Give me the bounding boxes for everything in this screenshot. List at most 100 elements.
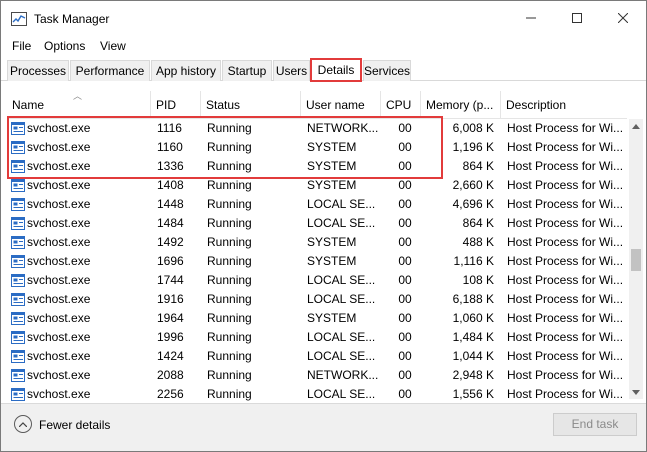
table-row[interactable]: svchost.exe 2256 Running LOCAL SE... 00 1,556…	[7, 385, 627, 401]
process-description: Host Process for Wi...	[507, 349, 624, 363]
process-description: Host Process for Wi...	[507, 178, 624, 192]
process-description: Host Process for Wi...	[507, 387, 624, 401]
table-row[interactable]: svchost.exe 1696 Running SYSTEM 00 1,116 K Hos…	[7, 252, 627, 271]
process-status: Running	[207, 121, 252, 135]
column-header-name[interactable]: Name	[7, 91, 151, 119]
table-row[interactable]: svchost.exe 1964 Running SYSTEM 00 1,060 K Hos…	[7, 309, 627, 328]
process-pid: 1336	[157, 159, 184, 173]
menu-bar: File Options View	[1, 37, 646, 55]
process-description: Host Process for Wi...	[507, 216, 624, 230]
process-description: Host Process for Wi...	[507, 159, 624, 173]
maximize-button[interactable]	[554, 1, 600, 35]
process-user-name: SYSTEM	[307, 159, 357, 173]
process-user-name: SYSTEM	[307, 140, 357, 154]
process-memory: 1,116 K	[453, 254, 494, 268]
table-row[interactable]: svchost.exe 1484 Running LOCAL SE... 00 864 K…	[7, 214, 627, 233]
scroll-thumb[interactable]	[631, 249, 641, 271]
process-user-name: SYSTEM	[307, 178, 357, 192]
process-pid: 1160	[157, 140, 183, 154]
tab-performance[interactable]: Performance	[70, 60, 150, 81]
process-name: svchost.exe	[27, 178, 91, 192]
menu-options[interactable]: Options	[44, 39, 85, 53]
table-row[interactable]: svchost.exe 1408 Running SYSTEM 00 2,660 K Hos…	[7, 176, 627, 195]
tab-details[interactable]: Details	[310, 58, 362, 82]
process-status: Running	[207, 330, 252, 344]
table-row[interactable]: svchost.exe 1424 Running LOCAL SE... 00 1,044…	[7, 347, 627, 366]
column-header-memory[interactable]: Memory (p...	[421, 91, 501, 119]
process-description: Host Process for Wi...	[507, 140, 624, 154]
scroll-up-button[interactable]	[629, 119, 643, 133]
process-user-name: LOCAL SE...	[307, 292, 376, 306]
menu-view[interactable]: View	[100, 39, 126, 53]
process-name: svchost.exe	[27, 330, 91, 344]
process-pid: 1116	[157, 121, 182, 135]
process-memory: 864 K	[462, 159, 494, 173]
process-name: svchost.exe	[27, 387, 91, 401]
process-memory: 864 K	[462, 216, 494, 230]
column-header-description[interactable]: Description	[501, 91, 627, 119]
process-name: svchost.exe	[27, 368, 91, 382]
column-header-user-name[interactable]: User name	[301, 91, 381, 119]
close-button[interactable]	[600, 1, 646, 35]
tab-processes[interactable]: Processes	[7, 60, 69, 81]
chevron-down-icon	[632, 389, 640, 395]
table-row[interactable]: svchost.exe 1916 Running LOCAL SE... 00 6,188…	[7, 290, 627, 309]
process-name: svchost.exe	[27, 349, 91, 363]
process-user-name: NETWORK...	[307, 368, 379, 382]
window-title: Task Manager	[34, 12, 110, 26]
process-pid: 2088	[157, 368, 184, 382]
tab-services[interactable]: Services	[363, 60, 411, 81]
process-name: svchost.exe	[27, 292, 91, 306]
fewer-details-link[interactable]: Fewer details	[39, 418, 110, 432]
footer-bar: Fewer details End task	[1, 403, 646, 451]
process-user-name: SYSTEM	[307, 235, 357, 249]
process-description: Host Process for Wi...	[507, 197, 624, 211]
process-description: Host Process for Wi...	[507, 235, 624, 249]
process-status: Running	[207, 254, 252, 268]
minimize-button[interactable]	[508, 1, 554, 35]
process-pid: 1964	[157, 311, 184, 325]
details-table: ︿ Name PID Status User name CPU Memory (…	[7, 91, 627, 401]
column-header-status[interactable]: Status	[201, 91, 301, 119]
table-row[interactable]: svchost.exe 1448 Running LOCAL SE... 00 4,696…	[7, 195, 627, 214]
tab-startup[interactable]: Startup	[222, 60, 272, 81]
process-name: svchost.exe	[27, 235, 91, 249]
vertical-scrollbar[interactable]	[629, 119, 643, 399]
close-icon	[618, 13, 628, 23]
chevron-up-circle-icon[interactable]	[14, 415, 32, 433]
table-row[interactable]: svchost.exe 1336 Running SYSTEM 00 864 K Host …	[7, 157, 627, 176]
process-status: Running	[207, 159, 252, 173]
table-row[interactable]: svchost.exe 1116 Running NETWORK... 00 6,008 …	[7, 119, 627, 138]
tab-app-history[interactable]: App history	[151, 60, 221, 81]
process-status: Running	[207, 235, 252, 249]
table-row[interactable]: svchost.exe 1744 Running LOCAL SE... 00 108 K…	[7, 271, 627, 290]
end-task-button[interactable]: End task	[553, 413, 637, 436]
process-icon	[11, 369, 25, 382]
process-icon	[11, 293, 25, 306]
menu-file[interactable]: File	[12, 39, 31, 53]
scroll-down-button[interactable]	[629, 385, 643, 399]
process-pid: 1492	[157, 235, 184, 249]
process-status: Running	[207, 140, 252, 154]
table-row[interactable]: svchost.exe 1996 Running LOCAL SE... 00 1,484…	[7, 328, 627, 347]
process-name: svchost.exe	[27, 121, 91, 135]
process-user-name: LOCAL SE...	[307, 197, 376, 211]
process-icon	[11, 198, 25, 211]
table-row[interactable]: svchost.exe 2088 Running NETWORK... 00 2,948 …	[7, 366, 627, 385]
task-manager-window: Task Manager File Options View Processes…	[0, 0, 647, 452]
process-status: Running	[207, 178, 252, 192]
minimize-icon	[526, 17, 536, 19]
task-manager-icon	[11, 12, 27, 26]
column-header-pid[interactable]: PID	[151, 91, 201, 119]
process-memory: 1,484 K	[452, 330, 494, 344]
process-icon	[11, 350, 25, 363]
table-row[interactable]: svchost.exe 1160 Running SYSTEM 00 1,196 K Hos…	[7, 138, 627, 157]
table-row[interactable]: svchost.exe 1492 Running SYSTEM 00 488 K Host …	[7, 233, 627, 252]
column-header-cpu[interactable]: CPU	[381, 91, 421, 119]
process-icon	[11, 312, 25, 325]
tab-users[interactable]: Users	[273, 60, 310, 81]
process-description: Host Process for Wi...	[507, 330, 624, 344]
process-name: svchost.exe	[27, 140, 91, 154]
process-pid: 1744	[157, 273, 184, 287]
process-user-name: LOCAL SE...	[307, 273, 376, 287]
